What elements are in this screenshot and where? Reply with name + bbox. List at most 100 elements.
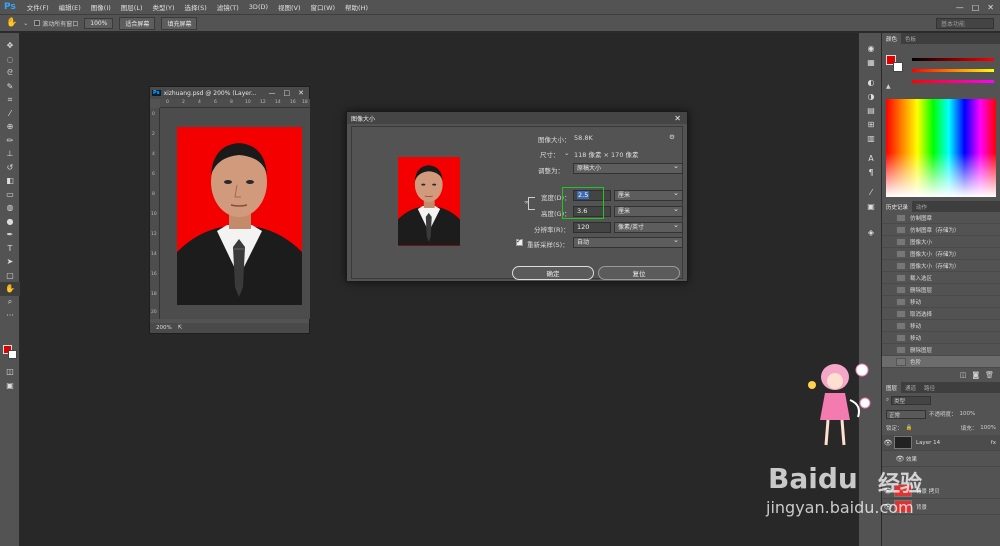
- crop-tool-icon[interactable]: ⌗: [0, 93, 20, 107]
- export-icon[interactable]: ⇱: [178, 325, 183, 331]
- menu-3d[interactable]: 3D(D): [244, 3, 273, 11]
- paragraph-panel-icon[interactable]: ¶: [859, 165, 883, 179]
- lasso-tool-icon[interactable]: ᘓ: [0, 66, 20, 80]
- clone-source-icon[interactable]: ⊞: [859, 117, 883, 131]
- blue-slider[interactable]: [912, 80, 994, 83]
- clone-stamp-tool-icon[interactable]: ⊥: [0, 147, 20, 161]
- resolution-unit-select[interactable]: 像素/英寸: [614, 221, 683, 233]
- quick-mask-icon[interactable]: ◫: [0, 365, 20, 379]
- history-item[interactable]: 图像大小（存储为）: [882, 260, 1000, 272]
- color-background[interactable]: [893, 62, 903, 72]
- history-item[interactable]: 移动: [882, 320, 1000, 332]
- opacity-value[interactable]: 100%: [960, 411, 976, 417]
- gear-icon[interactable]: ⚙: [669, 133, 675, 141]
- marquee-tool-icon[interactable]: ◌: [0, 53, 20, 67]
- eye-icon[interactable]: 👁: [894, 455, 906, 463]
- background-color-swatch[interactable]: [8, 350, 17, 359]
- resolution-input[interactable]: 120: [573, 222, 611, 233]
- doc-close-button[interactable]: ✕: [298, 89, 304, 97]
- chevron-down-icon[interactable]: ⌄: [564, 149, 569, 157]
- tab-channels[interactable]: 通道: [901, 382, 920, 393]
- ok-button[interactable]: 确定: [512, 266, 594, 280]
- tab-paths[interactable]: 路径: [920, 382, 939, 393]
- menu-image[interactable]: 图像(I): [86, 2, 116, 12]
- eraser-tool-icon[interactable]: ◧: [0, 174, 20, 188]
- history-item[interactable]: 删除图层: [882, 344, 1000, 356]
- camera-icon[interactable]: ◙: [972, 371, 979, 379]
- history-item[interactable]: 图像大小（存储为）: [882, 248, 1000, 260]
- history-item-active[interactable]: 色阶: [882, 356, 1000, 368]
- brush-panel-icon[interactable]: ▤: [859, 103, 883, 117]
- menu-type[interactable]: 类型(Y): [148, 2, 180, 12]
- navigator-panel-icon[interactable]: ▣: [859, 199, 883, 213]
- document-tab[interactable]: Ps xizhuang.psd @ 200% (Layer... — □ ✕: [150, 87, 309, 99]
- swatches-panel-icon[interactable]: ▦: [859, 55, 883, 69]
- menu-filter[interactable]: 滤镜(T): [212, 2, 244, 12]
- history-item[interactable]: 仿制图章（存储为）: [882, 224, 1000, 236]
- move-tool-icon[interactable]: ✥: [0, 39, 20, 53]
- healing-tool-icon[interactable]: ⊕: [0, 120, 20, 134]
- path-select-tool-icon[interactable]: ➤: [0, 255, 20, 269]
- history-item[interactable]: 载入选区: [882, 272, 1000, 284]
- trash-icon[interactable]: 🗑: [985, 371, 994, 379]
- red-slider[interactable]: [912, 58, 994, 61]
- fit-screen-button[interactable]: 适合屏幕: [119, 16, 156, 30]
- menu-help[interactable]: 帮助(H): [340, 2, 373, 12]
- shape-tool-icon[interactable]: ▢: [0, 269, 20, 283]
- fill-screen-button[interactable]: 填充屏幕: [161, 16, 198, 30]
- zoom-tool-icon[interactable]: ⌕: [0, 296, 20, 310]
- link-icon[interactable]: ∞: [524, 198, 529, 206]
- history-brush-tool-icon[interactable]: ↺: [0, 161, 20, 175]
- tab-layers[interactable]: 图层: [882, 382, 902, 393]
- height-unit-select[interactable]: 厘米: [614, 205, 683, 217]
- zoom-level[interactable]: 200%: [156, 325, 172, 331]
- fit-to-select[interactable]: 原稿大小: [573, 162, 683, 174]
- dodge-tool-icon[interactable]: ●: [0, 215, 20, 229]
- layer-kind-select[interactable]: 类型: [891, 395, 932, 405]
- dialog-close-button[interactable]: ✕: [674, 114, 687, 123]
- menu-layer[interactable]: 图层(L): [116, 2, 148, 12]
- blend-mode-select[interactable]: 正常: [886, 409, 926, 419]
- minimize-button[interactable]: —: [956, 3, 964, 12]
- type-tool-icon[interactable]: T: [0, 242, 20, 256]
- scroll-all-windows-checkbox[interactable]: 滚动所有窗口: [34, 19, 78, 28]
- blur-tool-icon[interactable]: ◍: [0, 201, 20, 215]
- color-spectrum[interactable]: [886, 99, 996, 197]
- dialog-titlebar[interactable]: 图像大小 ✕: [347, 112, 687, 124]
- resample-select[interactable]: 自动: [573, 236, 683, 248]
- screen-mode-icon[interactable]: ▣: [0, 379, 20, 393]
- color-panel-icon[interactable]: ◉: [859, 41, 883, 55]
- menu-file[interactable]: 文件(F): [22, 2, 54, 12]
- menu-window[interactable]: 窗口(W): [306, 2, 341, 12]
- adjustments-panel-icon[interactable]: ◐: [859, 75, 883, 89]
- character-panel-icon[interactable]: A: [859, 151, 883, 165]
- tool-preset-icon[interactable]: ⁄: [859, 185, 883, 199]
- image-preview[interactable]: [398, 157, 460, 246]
- tab-swatches[interactable]: 色板: [901, 33, 920, 44]
- history-item[interactable]: 移动: [882, 332, 1000, 344]
- reset-button[interactable]: 复位: [598, 266, 680, 280]
- brush-tool-icon[interactable]: ✏: [0, 134, 20, 148]
- layer-comps-icon[interactable]: ◈: [859, 225, 883, 239]
- eye-icon[interactable]: 👁: [882, 439, 894, 447]
- fill-value[interactable]: 100%: [980, 425, 1000, 431]
- tab-color[interactable]: 颜色: [882, 33, 902, 44]
- lock-icon[interactable]: 🔒: [906, 425, 913, 431]
- workspace-select[interactable]: 基本功能: [936, 17, 994, 29]
- layer-effect-row[interactable]: 👁 效果: [882, 451, 1000, 467]
- doc-minimize-button[interactable]: —: [269, 89, 276, 97]
- close-button[interactable]: ✕: [987, 3, 994, 12]
- menu-view[interactable]: 视图(V): [273, 2, 306, 12]
- width-unit-select[interactable]: 厘米: [614, 189, 683, 201]
- doc-maximize-button[interactable]: □: [284, 89, 291, 97]
- styles-panel-icon[interactable]: ◑: [859, 89, 883, 103]
- history-item[interactable]: 仿制图章: [882, 212, 1000, 224]
- history-item[interactable]: 删除图层: [882, 284, 1000, 296]
- tab-history[interactable]: 历史记录: [882, 201, 913, 212]
- green-slider[interactable]: [912, 69, 994, 72]
- pen-tool-icon[interactable]: ✒: [0, 228, 20, 242]
- hand-tool-icon[interactable]: ✋: [0, 282, 20, 296]
- history-item[interactable]: 图像大小: [882, 236, 1000, 248]
- new-document-icon[interactable]: ◫: [960, 371, 967, 379]
- eyedropper-tool-icon[interactable]: ⁄: [0, 107, 20, 121]
